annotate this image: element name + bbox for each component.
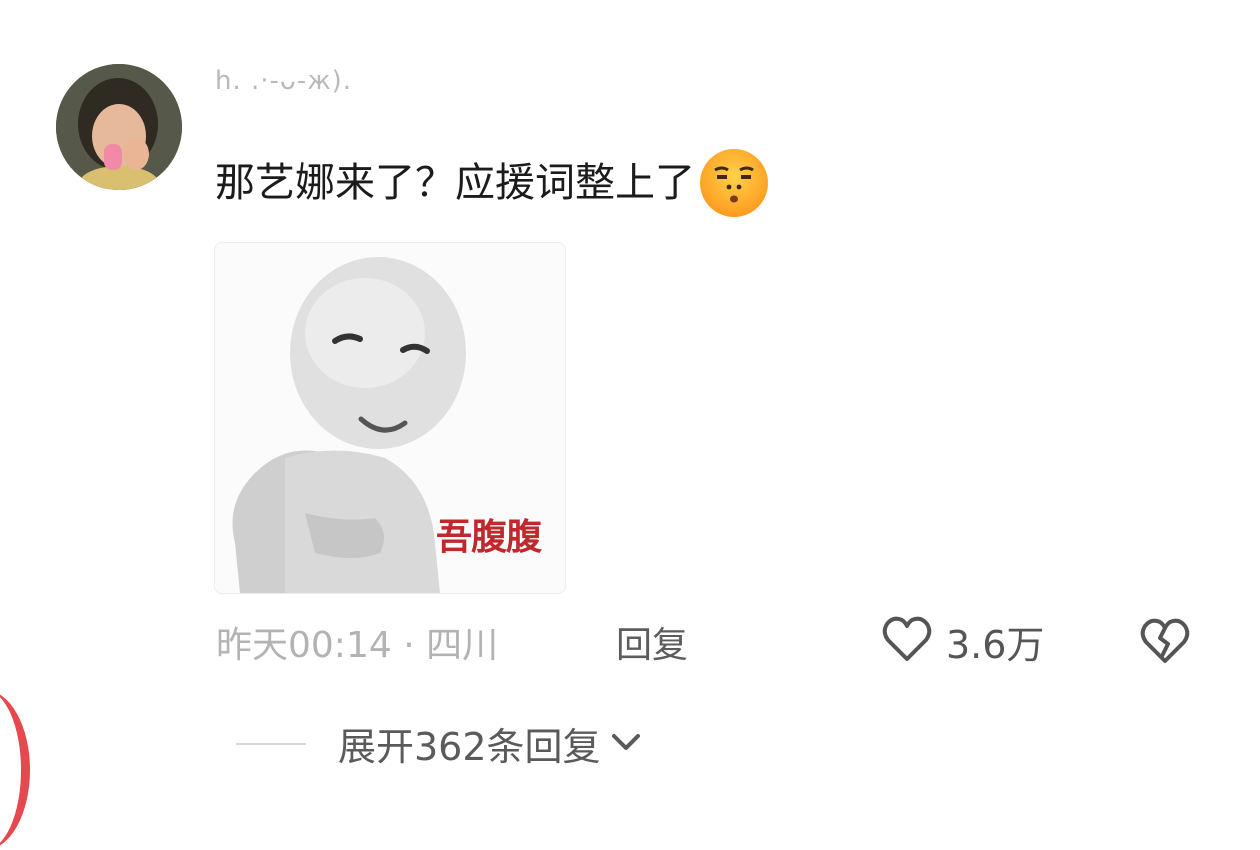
sticker-caption: 吾腹腹 [436,516,542,558]
reply-button[interactable]: 回复 [616,616,688,668]
expand-replies-button[interactable]: 展开362条回复 [236,716,643,771]
avatar[interactable] [56,64,182,190]
chevron-down-icon [609,730,643,758]
dislike-button[interactable] [1138,614,1192,672]
heart-outline-icon [880,612,934,670]
expand-replies-label: 展开362条回复 [338,725,601,769]
like-count: 3.6万 [946,622,1045,667]
timestamp-location: 昨天00:14 · 四川 [216,625,499,666]
broken-heart-icon [1138,618,1192,672]
smug-face-emoji [697,146,771,220]
comment-text: 那艺娜来了？应援词整上了 [215,160,695,206]
username[interactable]: h. .·-ᴗ-ж). [215,66,352,96]
like-button[interactable]: 3.6万 [880,612,1044,670]
comment-text-row: 那艺娜来了？应援词整上了 [215,146,771,220]
red-edge-decoration [0,690,30,850]
divider [236,742,306,745]
